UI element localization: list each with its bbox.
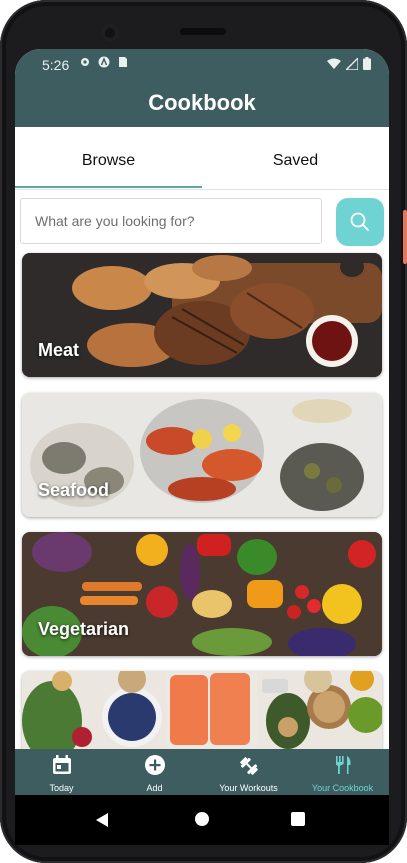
nav-today[interactable]: Today: [15, 749, 108, 795]
nav-your-workouts-label: Your Workouts: [219, 783, 278, 793]
category-card-meat[interactable]: Meat: [22, 253, 382, 377]
category-label: Meat: [38, 340, 80, 360]
signal-icon: [346, 57, 358, 70]
tab-saved[interactable]: Saved: [202, 127, 389, 189]
wifi-icon: [327, 58, 341, 69]
nav-add[interactable]: Add: [108, 749, 201, 795]
tab-browse[interactable]: Browse: [15, 127, 202, 189]
phone-frame: 5:26 Cookbook Browse Saved What are you …: [0, 0, 407, 863]
dumbbell-icon: [239, 757, 258, 775]
back-triangle-icon[interactable]: [95, 812, 109, 828]
category-card-seafood[interactable]: Seafood: [22, 393, 382, 517]
add-circle-icon: [144, 755, 165, 775]
recents-square-icon[interactable]: [291, 812, 305, 826]
front-camera: [101, 24, 119, 42]
search-button[interactable]: [336, 198, 384, 246]
gear-icon: [81, 58, 89, 66]
side-button[interactable]: [403, 210, 407, 264]
search-icon: [350, 212, 369, 231]
category-label: Vegetarian: [38, 619, 130, 639]
tab-indicator: [15, 186, 202, 188]
earpiece-speaker: [180, 28, 226, 35]
tab-bar: Browse Saved: [15, 127, 389, 190]
a-badge-icon: [98, 56, 110, 68]
page-title: Cookbook: [148, 90, 256, 115]
battery-icon: [363, 57, 371, 70]
system-navigation-bar: [15, 795, 389, 845]
app-screen: 5:26 Cookbook Browse Saved What are you …: [15, 49, 389, 845]
nav-your-cookbook-label: Your Cookbook: [311, 783, 374, 793]
app-bar: Cookbook: [15, 79, 389, 127]
nav-today-label: Today: [49, 783, 74, 793]
calendar-icon: [52, 755, 71, 774]
search-input[interactable]: [20, 198, 322, 244]
fork-knife-icon: [335, 756, 351, 774]
bottom-navigation: Today Add Your Workouts Your Cookbook: [15, 749, 389, 795]
category-label: Seafood: [38, 480, 110, 500]
tab-saved-label: Saved: [272, 152, 319, 169]
nav-add-label: Add: [146, 783, 163, 793]
status-bar: 5:26: [15, 49, 389, 79]
nav-your-cookbook[interactable]: Your Cookbook: [296, 749, 389, 795]
sim-icon: [119, 57, 127, 67]
status-time: 5:26: [42, 57, 70, 73]
nav-your-workouts[interactable]: Your Workouts: [202, 749, 295, 795]
tab-browse-label: Browse: [81, 152, 136, 169]
category-card-vegetarian[interactable]: Vegetarian: [22, 532, 382, 656]
home-circle-icon[interactable]: [195, 812, 209, 826]
